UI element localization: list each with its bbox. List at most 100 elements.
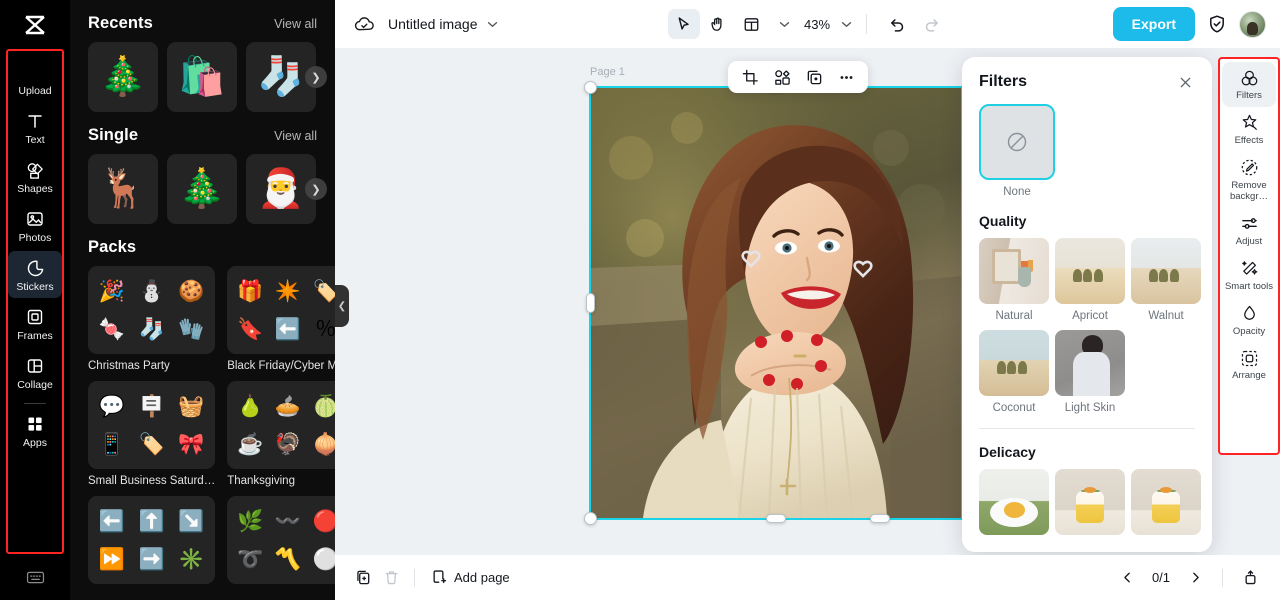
filter-thumbnail	[1131, 469, 1201, 535]
pages-panel-icon[interactable]	[1236, 565, 1264, 591]
chevron-right-icon[interactable]	[1181, 565, 1209, 591]
recents-header: Recents View all	[70, 14, 335, 33]
filter-item[interactable]: Light Skin	[1055, 330, 1125, 414]
effects-icon	[1239, 113, 1259, 133]
resize-handle-bottom-right-edge[interactable]	[869, 514, 890, 523]
collapse-panel-button[interactable]: ❮	[335, 285, 349, 327]
pack-sticker: 💬	[98, 394, 125, 418]
packs-header: Packs	[70, 238, 335, 257]
resize-handle-bottom-left[interactable]	[584, 512, 597, 525]
chevron-down-icon[interactable]	[841, 21, 852, 28]
sidebar-item-frames[interactable]: Frames	[8, 300, 62, 347]
right-rail-item-arrange[interactable]: Arrange	[1222, 342, 1276, 387]
crop-icon[interactable]	[735, 64, 765, 90]
pack-item[interactable]: 🍐 🥧 🍈 ☕ 🦃 🧅 Thanksgiving	[227, 381, 335, 487]
sidebar-item-photos[interactable]: Photos	[8, 202, 62, 249]
capcut-logo-icon[interactable]	[19, 11, 51, 39]
opacity-icon	[1239, 304, 1259, 324]
right-rail-item-effects[interactable]: Effects	[1222, 107, 1276, 152]
trash-icon[interactable]	[377, 565, 405, 591]
select-tool-button[interactable]	[667, 9, 700, 39]
filter-item[interactable]: Coconut	[979, 330, 1049, 414]
pack-item[interactable]: 🌿 〰️ 🔴 ➰ 〽️ ⚪	[227, 496, 335, 584]
chevron-down-icon[interactable]	[487, 21, 498, 28]
close-icon[interactable]	[1175, 72, 1195, 92]
redo-button[interactable]	[915, 9, 947, 39]
duplicate-icon[interactable]	[799, 64, 829, 90]
hand-tool-button[interactable]	[702, 9, 734, 39]
filter-none[interactable]: None	[979, 104, 1055, 198]
pack-sticker: 🍐	[237, 394, 264, 418]
chevron-down-icon[interactable]	[779, 21, 790, 28]
document-title[interactable]: Untitled image	[388, 16, 478, 32]
pack-sticker: ⏩	[98, 547, 125, 571]
view-all-link-single[interactable]: View all	[274, 129, 317, 143]
pack-sticker: 📱	[98, 432, 125, 456]
layout-tool-button[interactable]	[736, 9, 768, 39]
filter-item[interactable]: Natural	[979, 238, 1049, 322]
resize-handle-bottom[interactable]	[766, 514, 786, 523]
filter-thumbnail	[979, 330, 1049, 396]
pack-thumbnail: 🎉 ⛄ 🍪 🍬 🧦 🧤	[88, 266, 216, 354]
resize-handle-top-left[interactable]	[584, 81, 597, 94]
pack-sticker: 🪧	[138, 394, 165, 418]
cloud-saved-icon[interactable]	[353, 13, 375, 35]
right-rail-item-opacity[interactable]: Opacity	[1222, 298, 1276, 343]
sticker-tile[interactable]: 🎄	[167, 154, 237, 224]
undo-button[interactable]	[881, 9, 913, 39]
sidebar-item-label: Text	[25, 134, 45, 147]
export-button[interactable]: Export	[1112, 7, 1195, 41]
filters-panel: Filters None Quality Natural Apricot Wal…	[962, 57, 1212, 552]
sidebar-item-stickers[interactable]: Stickers	[8, 251, 62, 299]
keyboard-shortcuts-button[interactable]	[26, 554, 45, 600]
pack-sticker: ↘️	[178, 509, 205, 533]
filter-item[interactable]	[979, 469, 1049, 535]
right-rail-item-smart-tools[interactable]: Smart tools	[1222, 253, 1276, 298]
pack-item[interactable]: 🎁 ✴️ 🏷️ 🔖 ⬅️ ％ Black Friday/Cyber M…	[227, 266, 335, 372]
sidebar-item-upload[interactable]: Upload	[8, 55, 62, 102]
duplicate-page-icon[interactable]	[349, 565, 377, 591]
more-icon[interactable]	[831, 64, 861, 90]
pack-item[interactable]: 🎉 ⛄ 🍪 🍬 🧦 🧤 Christmas Party	[88, 266, 216, 372]
chevron-left-icon[interactable]	[1113, 565, 1141, 591]
right-rail-item-remove-background[interactable]: Remove backgr…	[1222, 152, 1276, 208]
sidebar-item-text[interactable]: Text	[8, 104, 62, 151]
filter-item[interactable]: Apricot	[1055, 238, 1125, 322]
sticker-tile[interactable]: 🎄	[88, 42, 158, 112]
shield-check-icon[interactable]	[1205, 12, 1229, 36]
right-rail-item-filters[interactable]: Filters	[1222, 62, 1276, 107]
sidebar-item-label: Stickers	[16, 281, 54, 294]
chevron-right-icon[interactable]: ❯	[305, 66, 327, 88]
resize-handle-left[interactable]	[586, 293, 595, 313]
avatar[interactable]	[1239, 10, 1266, 38]
sidebar-item-shapes[interactable]: Shapes	[8, 153, 62, 200]
none-icon[interactable]	[979, 104, 1055, 180]
pack-label: Small Business Saturd…	[88, 475, 216, 487]
tool-group: 43%	[667, 9, 947, 39]
sidebar-item-label: Upload	[18, 85, 52, 97]
right-rail-label: Smart tools	[1224, 280, 1274, 292]
photo-content	[591, 88, 961, 518]
filter-item[interactable]: Walnut	[1131, 238, 1201, 322]
pack-item[interactable]: ⬅️ ⬆️ ↘️ ⏩ ➡️ ✳️	[88, 496, 216, 584]
section-title: Single	[88, 126, 139, 144]
sticker-tile[interactable]: 🦌	[88, 154, 158, 224]
filter-label: None	[1003, 186, 1031, 198]
sidebar-item-collage[interactable]: Collage	[8, 349, 62, 396]
chevron-right-icon[interactable]: ❯	[305, 178, 327, 200]
pack-item[interactable]: 💬 🪧 🧺 📱 🏷️ 🎀 Small Business Saturd…	[88, 381, 216, 487]
sticker-tile[interactable]: 🛍️	[167, 42, 237, 112]
filter-item[interactable]	[1131, 469, 1201, 535]
sidebar-item-apps[interactable]: Apps	[8, 407, 62, 454]
cutout-icon[interactable]	[767, 64, 797, 90]
pack-sticker: ⬅️	[274, 317, 301, 341]
pack-label: Christmas Party	[88, 360, 170, 372]
zoom-level-label[interactable]: 43%	[804, 17, 830, 32]
filters-panel-body[interactable]: None Quality Natural Apricot Walnut Coco…	[962, 92, 1212, 550]
sidebar-item-label: Shapes	[17, 183, 53, 196]
view-all-link-recents[interactable]: View all	[274, 17, 317, 31]
filter-item[interactable]	[1055, 469, 1125, 535]
selected-image-element[interactable]	[584, 81, 963, 525]
right-rail-item-adjust[interactable]: Adjust	[1222, 208, 1276, 253]
add-page-button[interactable]: Add page	[428, 565, 510, 591]
